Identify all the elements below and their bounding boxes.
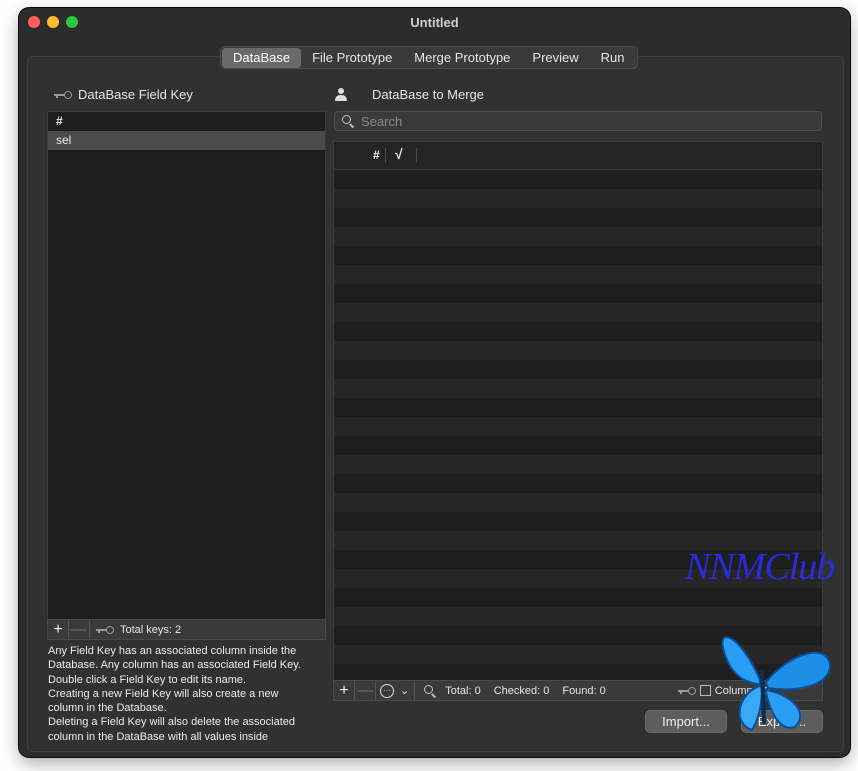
tab-run[interactable]: Run: [590, 48, 636, 68]
field-key-table: # sel: [47, 111, 326, 622]
separator: [89, 620, 90, 639]
empty-row: [334, 474, 822, 493]
merge-header: DataBase to Merge: [334, 87, 484, 102]
merge-table-header: # √: [334, 142, 822, 170]
help-line: Any Field Key has an associated column i…: [48, 645, 297, 657]
empty-rows: [334, 170, 822, 682]
empty-row: [334, 360, 822, 379]
empty-row: [334, 493, 822, 512]
key-icon: [677, 686, 696, 695]
separator: [375, 681, 376, 700]
window-title: Untitled: [410, 15, 459, 30]
field-key-row[interactable]: sel: [48, 131, 325, 150]
search-icon: [341, 114, 355, 128]
add-record-button[interactable]: +: [334, 682, 354, 700]
empty-row: [334, 208, 822, 227]
key-icon: [54, 90, 72, 99]
search-icon[interactable]: [423, 684, 437, 698]
help-line: Creating a new Field Key will also creat…: [48, 687, 279, 700]
empty-row: [334, 379, 822, 398]
empty-row: [334, 246, 822, 265]
column-header-check[interactable]: √: [395, 146, 403, 162]
empty-row: [334, 303, 822, 322]
search-input[interactable]: [361, 113, 801, 129]
checked-label: Checked: 0: [493, 684, 550, 697]
help-line: Deleting a Field Key will also delete th…: [48, 716, 296, 729]
column-divider[interactable]: [385, 148, 386, 163]
separator: [414, 681, 416, 700]
tab-preview[interactable]: Preview: [521, 48, 589, 68]
merge-title: DataBase to Merge: [372, 87, 485, 102]
empty-row: [334, 398, 822, 417]
butterfly-logo: [721, 636, 832, 732]
remove-record-button[interactable]: —: [355, 682, 375, 700]
title-bar: Untitled: [19, 8, 850, 36]
column-header-number[interactable]: #: [373, 148, 380, 162]
empty-row: [334, 455, 822, 474]
help-text: Any Field Key has an associated column i…: [48, 644, 338, 744]
tab-database[interactable]: DataBase: [222, 47, 302, 68]
empty-row: [334, 227, 822, 246]
merge-table: # √: [333, 141, 823, 683]
more-actions-button[interactable]: ··· ⌄: [380, 683, 410, 698]
person-icon: [334, 87, 348, 102]
found-label: Found: 0: [562, 684, 606, 697]
field-key-bottom-bar: + — Total keys: 2: [47, 619, 326, 640]
column-divider[interactable]: [416, 148, 417, 163]
tab-merge-prototype[interactable]: Merge Prototype: [403, 48, 521, 68]
add-field-key-button[interactable]: +: [48, 621, 68, 639]
help-line: Double click a Field Key to edit its nam…: [48, 673, 247, 686]
help-line: Database. Any column has an associated F…: [48, 659, 301, 672]
search-field[interactable]: [334, 111, 822, 131]
empty-row: [334, 436, 822, 455]
empty-row: [334, 512, 822, 531]
empty-row: [334, 341, 822, 360]
empty-row: [334, 322, 822, 341]
empty-row: [334, 189, 822, 208]
ellipsis-circle-icon: ···: [380, 683, 394, 698]
watermark-text: NNMClub: [685, 546, 835, 588]
empty-row: [334, 265, 822, 284]
field-key-title: DataBase Field Key: [78, 87, 193, 102]
empty-row: [334, 588, 822, 607]
key-icon: [96, 625, 114, 634]
chevron-down-icon: ⌄: [400, 685, 410, 697]
remove-field-key-button[interactable]: —: [69, 621, 89, 639]
help-line: column in the Database.: [48, 702, 167, 715]
empty-row: [334, 170, 822, 189]
total-keys-label: Total keys: 2: [120, 623, 182, 636]
empty-row: [334, 417, 822, 436]
total-label: Total: 0: [445, 684, 481, 697]
help-line: column in the DataBase with all values i…: [48, 730, 269, 743]
empty-row: [334, 284, 822, 303]
tab-bar: DataBase File Prototype Merge Prototype …: [220, 46, 638, 69]
tab-file-prototype[interactable]: File Prototype: [301, 48, 403, 68]
field-key-column-header[interactable]: #: [48, 112, 325, 131]
field-key-header: DataBase Field Key: [54, 87, 193, 102]
